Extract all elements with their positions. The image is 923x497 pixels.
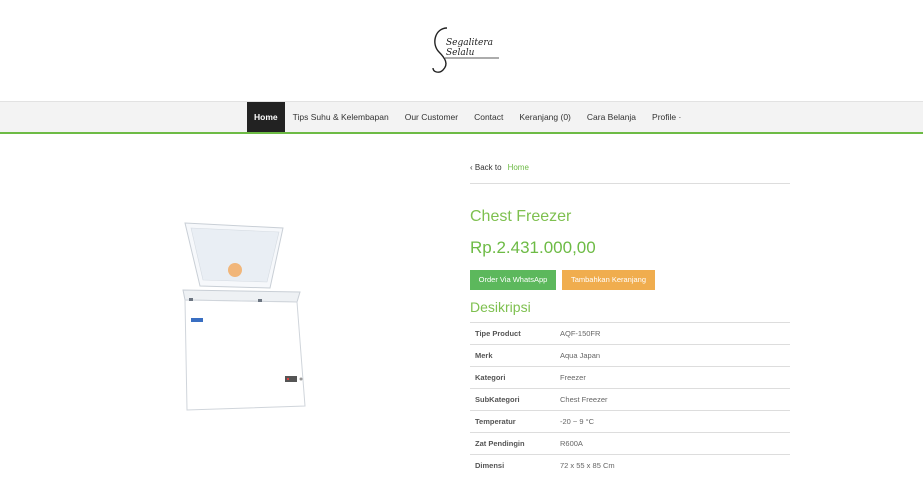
back-link[interactable]: ‹ Back to [470,163,502,172]
spec-value: Freezer [560,373,586,382]
spec-key: Zat Pendingin [475,439,525,448]
spec-key: Dimensi [475,461,505,470]
brand-line-2: Selalu [446,48,475,58]
spec-value: Aqua Japan [560,351,601,360]
table-row: Merk Aqua Japan [470,344,790,366]
table-row: Temperatur -20 ~ 9 °C [470,410,790,432]
nav-item-contact[interactable]: Contact [466,102,511,132]
order-whatsapp-button[interactable]: Order Via WhatsApp [470,270,556,290]
product-price: Rp.2.431.000,00 [470,238,596,257]
spec-value: 72 x 55 x 85 Cm [560,461,615,470]
spec-key: Merk [475,351,493,360]
brand-line-1: Segalitera [446,38,493,48]
chest-freezer-image [182,222,306,411]
table-row: Zat Pendingin R600A [470,432,790,454]
nav-menu: Home Tips Suhu & Kelembapan Our Customer… [247,102,689,132]
table-row: Tipe Product AQF-150FR [470,322,790,344]
description-title: Desikripsi [470,299,531,315]
table-row: SubKategori Chest Freezer [470,388,790,410]
spec-value: Chest Freezer [560,395,608,404]
main-navbar: Home Tips Suhu & Kelembapan Our Customer… [0,101,923,134]
spec-key: Kategori [475,373,506,382]
nav-item-cart[interactable]: Keranjang (0) [511,102,579,132]
table-row: Dimensi 72 x 55 x 85 Cm [470,454,790,476]
divider [470,183,790,184]
nav-item-cara-belanja[interactable]: Cara Belanja [579,102,644,132]
product-title: Chest Freezer [470,208,572,225]
nav-item-profile[interactable]: Profile · [644,102,689,132]
breadcrumb: ‹ Back to Home [470,163,529,172]
add-to-cart-button[interactable]: Tambahkan Keranjang [562,270,655,290]
spec-table: Tipe Product AQF-150FR Merk Aqua Japan Kat… [470,322,790,476]
spec-value: AQF-150FR [560,329,601,338]
spec-value: -20 ~ 9 °C [560,417,595,426]
nav-item-our-customer[interactable]: Our Customer [397,102,466,132]
spec-key: Tipe Product [475,329,521,338]
spec-key: Temperatur [475,417,516,426]
brand-logo-text: Segalitera Selalu [446,38,493,58]
spec-key: SubKategori [475,395,520,404]
nav-item-home[interactable]: Home [247,102,285,132]
breadcrumb-home-link[interactable]: Home [508,163,529,172]
table-row: Kategori Freezer [470,366,790,388]
nav-item-tips[interactable]: Tips Suhu & Kelembapan [285,102,397,132]
spec-value: R600A [560,439,583,448]
